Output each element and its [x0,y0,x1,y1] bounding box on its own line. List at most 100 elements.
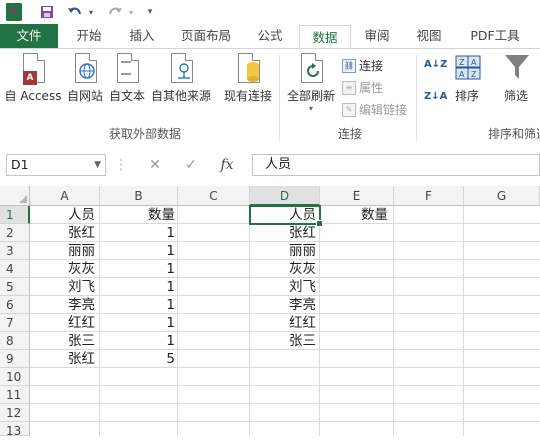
cell-b2[interactable]: 1 [100,224,178,242]
refresh-all-button[interactable]: 全部刷新 ▾ [284,53,338,113]
tab-data[interactable]: 数据 [299,25,351,49]
tab-insert[interactable]: 插入 [118,24,166,48]
cell-a3[interactable]: 丽丽 [68,242,95,260]
tab-file[interactable]: 文件 [0,24,58,48]
undo-dropdown-icon[interactable]: ▾ [86,3,96,21]
connections-button[interactable]: ⛓ 连接 [342,57,383,74]
cell-a5[interactable]: 刘飞 [68,278,95,296]
row-header-5[interactable]: 5 [0,278,30,296]
web-icon [73,53,97,85]
select-all-button[interactable] [0,186,30,206]
refresh-all-dropdown-icon[interactable]: ▾ [284,104,338,113]
enter-icon[interactable]: ✓ [180,154,202,176]
quick-access-toolbar: X ▾ ▾ ▾ [0,0,540,24]
connections-group-label: 连接 [337,127,362,141]
cell-b1[interactable]: 数量 [100,206,178,224]
row-header-7[interactable]: 7 [0,314,30,332]
cell-a9[interactable]: 张红 [68,350,95,368]
from-web-label: 自网站 [66,89,103,103]
cell-b5[interactable]: 1 [100,278,178,296]
cell-b7[interactable]: 1 [100,314,178,332]
cell-a4[interactable]: 灰灰 [68,260,95,278]
svg-text:A: A [471,58,477,67]
column-header-b[interactable]: B [100,186,178,206]
cell-a8[interactable]: 张三 [68,332,95,350]
existing-connections-icon [236,53,260,85]
tab-home[interactable]: 开始 [64,24,114,48]
cell-b6[interactable]: 1 [100,296,178,314]
column-header-d[interactable]: D [250,186,320,206]
redo-dropdown-icon[interactable]: ▾ [126,3,136,21]
cell-d2[interactable]: 张红 [289,224,316,242]
cell-d6[interactable]: 李亮 [289,296,316,314]
formula-input[interactable]: 人员 [252,154,540,176]
save-icon[interactable] [38,3,56,21]
properties-button: ≡ 属性 [342,79,383,96]
cell-e1[interactable]: 数量 [361,206,388,224]
tab-view[interactable]: 视图 [406,24,452,48]
tab-pdf-tools[interactable]: PDF工具 [460,24,530,48]
tab-page-layout[interactable]: 页面布局 [172,24,240,48]
cell-b8[interactable]: 1 [100,332,178,350]
filter-label: 筛选 [503,89,528,103]
ribbon-tabs: 文件 开始 插入 页面布局 公式 数据 审阅 视图 PDF工具 [0,24,540,49]
from-text-button[interactable]: 自文本 [106,53,148,104]
cell-a6[interactable]: 李亮 [68,296,95,314]
cell-a1[interactable]: 人员 [68,206,95,224]
tab-review[interactable]: 审阅 [354,24,400,48]
undo-icon[interactable] [66,3,84,21]
name-box[interactable]: D1 ▼ [6,154,106,176]
column-header-e[interactable]: E [320,186,394,206]
sort-ascending-button[interactable]: A↓Z [424,59,447,70]
from-access-button[interactable]: A 自 Access [2,53,64,104]
row-header-11[interactable]: 11 [0,386,30,404]
cell-b3[interactable]: 1 [100,242,178,260]
gridline [30,421,540,422]
cell-b4[interactable]: 1 [100,260,178,278]
row-header-12[interactable]: 12 [0,404,30,422]
row-header-4[interactable]: 4 [0,260,30,278]
active-cell-selection[interactable] [249,205,323,227]
from-other-sources-button[interactable]: 自其他来源 [148,53,214,104]
cell-d3[interactable]: 丽丽 [289,242,316,260]
cell-a2[interactable]: 张红 [68,224,95,242]
column-header-c[interactable]: C [178,186,250,206]
cell-d4[interactable]: 灰灰 [289,260,316,278]
customize-qat-icon[interactable]: ▾ [144,3,156,21]
group-separator [279,55,280,141]
row-header-8[interactable]: 8 [0,332,30,350]
row-header-13[interactable]: 13 [0,422,30,438]
column-header-g[interactable]: G [464,186,540,206]
filter-button[interactable]: 筛选 [496,53,536,104]
sort-button[interactable]: ZAAZ 排序 [448,53,486,104]
from-other-sources-label: 自其他来源 [150,89,211,103]
column-header-f[interactable]: F [394,186,464,206]
worksheet-grid: A B C D E F G 1 2 3 4 5 6 7 8 9 10 11 12… [0,186,540,438]
row-header-3[interactable]: 3 [0,242,30,260]
excel-logo-icon: X [6,3,22,21]
from-web-button[interactable]: 自网站 [64,53,106,104]
row-header-6[interactable]: 6 [0,296,30,314]
row-header-2[interactable]: 2 [0,224,30,242]
cell-b9[interactable]: 5 [100,350,178,368]
name-box-dropdown-icon[interactable]: ▼ [94,155,101,175]
existing-connections-button[interactable]: 现有连接 [220,53,276,104]
cell-a7[interactable]: 红红 [68,314,95,332]
cell-d8[interactable]: 张三 [289,332,316,350]
row-header-9[interactable]: 9 [0,350,30,368]
access-icon: A [21,53,45,85]
sort-icon: ZAAZ [455,53,481,85]
tab-formulas[interactable]: 公式 [246,24,294,48]
text-file-icon [115,53,139,85]
other-sources-icon [169,53,193,85]
cancel-icon[interactable]: ✕ [144,154,166,176]
cell-d5[interactable]: 刘飞 [289,278,316,296]
row-header-10[interactable]: 10 [0,368,30,386]
redo-icon[interactable] [106,3,124,21]
insert-function-icon[interactable]: fx [214,154,240,176]
row-header-1[interactable]: 1 [0,206,30,224]
refresh-all-icon [299,53,323,85]
sort-descending-button[interactable]: Z↓A [424,91,447,102]
cell-d7[interactable]: 红红 [289,314,316,332]
column-header-a[interactable]: A [30,186,100,206]
